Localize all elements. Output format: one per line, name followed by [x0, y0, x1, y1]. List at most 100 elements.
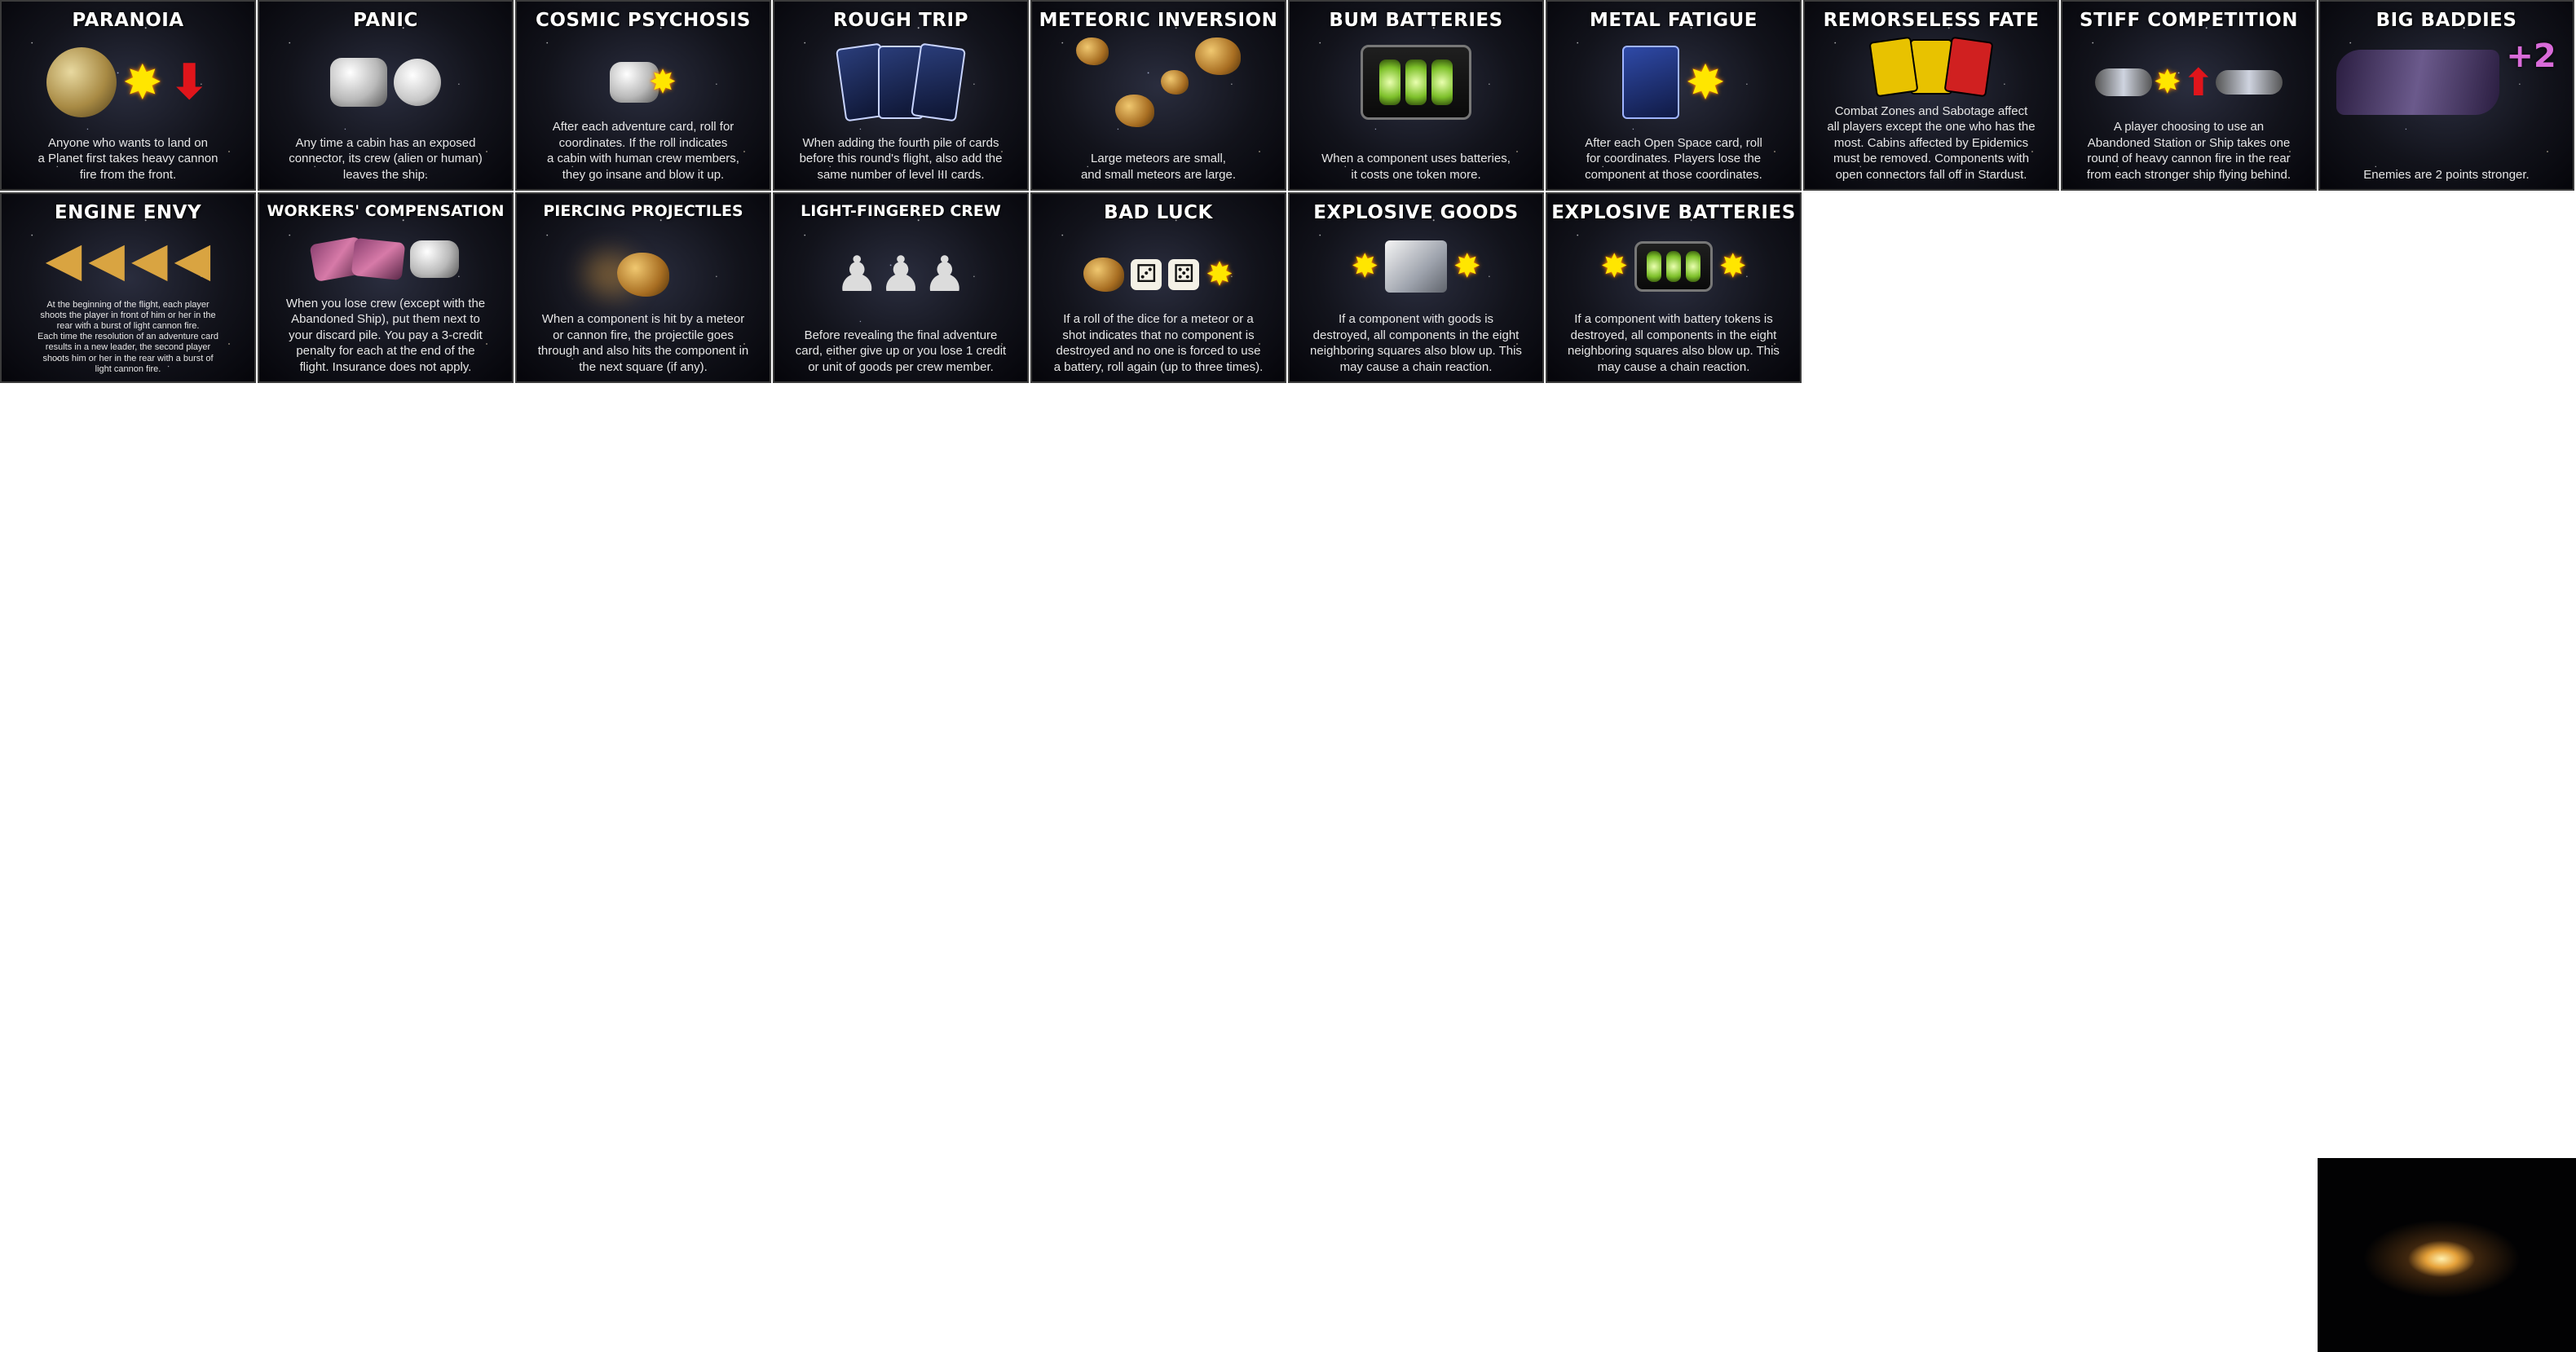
explosion-icon: ✸ [649, 64, 677, 101]
crew-group-icon: ♟♟♟ [835, 246, 967, 303]
meteor-icon [1076, 37, 1109, 65]
explosion-icon: ✸ [1600, 248, 1628, 285]
card-title: Explosive Goods [1313, 202, 1519, 223]
card-text: When a component uses batteries, it cost… [1321, 152, 1511, 182]
card-pile-icon [911, 42, 966, 122]
engine-icon: ◀ [174, 231, 211, 287]
enemy-ship-icon [2336, 50, 2500, 115]
card-art [259, 37, 512, 127]
explosion-icon: ✸ [1685, 55, 1726, 110]
card-title: Metal Fatigue [1589, 10, 1758, 31]
card-art: ✸ ✸ [1547, 230, 1800, 303]
meteor-icon [617, 253, 669, 297]
card-art: ✸ ✸ [1290, 230, 1542, 303]
card-text: When a component is hit by a meteor or c… [537, 312, 749, 374]
engine-icon: ◀ [45, 231, 82, 287]
card-title: Workers' Compensation [267, 202, 505, 220]
explosion-icon: ✸ [1351, 248, 1378, 285]
card-art: ✸ ⬆ [2062, 37, 2315, 127]
meteor-icon [1195, 37, 1241, 75]
card-workers-compensation: Workers' Compensation When you lose crew… [258, 192, 514, 383]
die-icon: ⚂ [1131, 259, 1162, 290]
goods-icon [1385, 240, 1447, 293]
card-title: Explosive Batteries [1551, 202, 1796, 223]
card-title: Engine Envy [54, 202, 202, 223]
planet-icon [46, 47, 117, 117]
card-text: If a roll of the dice for a meteor or a … [1053, 312, 1264, 374]
card-title: Bum Batteries [1329, 10, 1503, 31]
card-title: Remorseless Fate [1823, 10, 2040, 31]
red-arrow-icon: ⬆ [2182, 60, 2215, 104]
card-title: Big Baddies [2375, 10, 2517, 31]
bonus-label: +2 [2506, 37, 2556, 75]
card-art: ♟♟♟ [774, 230, 1027, 319]
card-back-galaxy [2318, 1158, 2576, 1352]
battery-icon [1634, 241, 1713, 292]
card-title: Meteoric Inversion [1039, 10, 1278, 31]
card-text: Combat Zones and Sabotage affect all pla… [1827, 103, 2036, 182]
station-icon [2094, 68, 2152, 96]
engine-icon: ◀ [88, 231, 125, 287]
card-art [1805, 36, 2058, 98]
card-text: After each Open Space card, roll for coo… [1585, 135, 1762, 182]
card-art [1032, 37, 1285, 127]
card-art: ✸ ⬇ [2, 37, 254, 127]
card-metal-fatigue: Metal Fatigue ✸ After each Open Space ca… [1546, 0, 1802, 191]
die-icon: ⚄ [1168, 259, 1200, 290]
card-big-baddies: Big Baddies +2 Enemies are 2 points stro… [2318, 0, 2574, 191]
meteor-icon [1083, 258, 1125, 292]
card-text: At the beginning of the flight, each pla… [37, 299, 218, 374]
card-remorseless-fate: Remorseless Fate Combat Zones and Sabota… [1803, 0, 2059, 191]
card-text: Enemies are 2 points stronger. [2363, 167, 2530, 182]
card-text: Large meteors are small, and small meteo… [1080, 152, 1237, 182]
engine-icon: ◀ [131, 231, 168, 287]
card-bum-batteries: Bum Batteries When a component uses batt… [1288, 0, 1544, 191]
explosion-icon: ✸ [1206, 256, 1233, 293]
card-rough-trip: Rough Trip When adding the fourth pile o… [773, 0, 1029, 191]
card-text: If a component with goods is destroyed, … [1310, 312, 1522, 374]
explosion-icon: ✸ [1453, 248, 1481, 285]
card-art [517, 230, 770, 319]
card-explosive-batteries: Explosive Batteries ✸ ✸ If a component w… [1546, 192, 1802, 383]
card-art: ✸ [1547, 37, 1800, 127]
red-arrow-icon: ⬇ [169, 54, 210, 111]
explosion-icon: ✸ [122, 55, 163, 110]
card-art: ⚂ ⚄ ✸ [1032, 230, 1285, 319]
epidemic-card-icon [1943, 36, 1994, 98]
card-art: ◀ ◀ ◀ ◀ [2, 230, 254, 288]
card-text: A player choosing to use an Abandoned St… [2086, 120, 2291, 182]
card-text: Anyone who wants to land on a Planet fir… [37, 135, 218, 182]
card-art: +2 [2320, 37, 2573, 127]
card-art: ✸ [517, 37, 770, 127]
card-art [259, 230, 512, 288]
card-stiff-competition: Stiff Competition ✸ ⬆ A player choosing … [2061, 0, 2317, 191]
battery-icon [1361, 45, 1471, 120]
card-title: Paranoia [72, 10, 184, 31]
crew-icon [410, 240, 459, 278]
card-cosmic-psychosis: Cosmic Psychosis ✸ After each adventure … [515, 0, 771, 191]
ship-icon [2216, 70, 2283, 95]
card-text: When adding the fourth pile of cards bef… [799, 135, 1003, 182]
card-art [774, 37, 1027, 127]
card-title: Piercing Projectiles [543, 202, 743, 220]
card-art [1290, 37, 1542, 127]
meteor-icon [1161, 70, 1189, 95]
card-title: Rough Trip [833, 10, 968, 31]
card-text: If a component with battery tokens is de… [1568, 312, 1780, 374]
card-piercing-projectiles: Piercing Projectiles When a component is… [515, 192, 771, 383]
card-meteoric-inversion: Meteoric Inversion Large meteors are sma… [1030, 0, 1286, 191]
card-title: Cosmic Psychosis [536, 10, 751, 31]
card-text: Any time a cabin has an exposed connecto… [289, 135, 483, 182]
meteor-icon [1115, 95, 1154, 127]
card-engine-envy: Engine Envy ◀ ◀ ◀ ◀ At the beginning of … [0, 192, 256, 383]
combat-zone-card-icon [1868, 36, 1919, 98]
explosion-icon: ✸ [2153, 64, 2181, 101]
card-title: Light-Fingered Crew [801, 202, 1001, 220]
explosion-icon: ✸ [1719, 248, 1747, 285]
card-text: Before revealing the final adventure car… [795, 328, 1007, 374]
open-space-card-icon [1621, 46, 1679, 119]
card-title: Panic [353, 10, 418, 31]
cabin-icon [330, 58, 387, 107]
card-panic: Panic Any time a cabin has an exposed co… [258, 0, 514, 191]
card-title: Bad Luck [1104, 202, 1213, 223]
